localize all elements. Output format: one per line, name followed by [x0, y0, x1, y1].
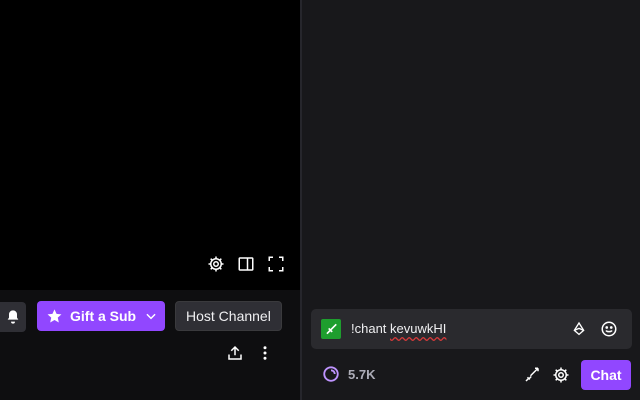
bits-button[interactable]	[569, 319, 589, 339]
fullscreen-icon	[268, 256, 284, 272]
theatre-mode-icon	[238, 257, 254, 271]
emote-picker-button[interactable]	[599, 319, 619, 339]
chat-input[interactable]: !chant kevuwkHI	[311, 309, 632, 349]
bell-icon	[7, 310, 19, 324]
sword-badge-icon	[326, 323, 337, 335]
host-channel-tooltip: Host Channel	[175, 301, 282, 331]
chat-settings-button[interactable]	[550, 364, 572, 386]
gift-a-sub-label: Gift a Sub	[70, 308, 137, 324]
more-options-button[interactable]	[254, 342, 276, 364]
gift-a-sub-button[interactable]: Gift a Sub	[37, 301, 165, 331]
player-controls	[206, 254, 286, 274]
smiley-icon	[601, 321, 617, 337]
channel-points-button[interactable]: 5.7K	[322, 365, 375, 383]
theatre-mode-button[interactable]	[236, 254, 256, 274]
chat-send-button[interactable]: Chat	[581, 360, 631, 390]
chat-input-word-2: kevuwkHI	[390, 321, 447, 336]
channel-actions-bar: Gift a Sub Host Channel	[0, 290, 300, 400]
badge-button[interactable]	[321, 319, 341, 339]
star-icon	[46, 308, 63, 325]
chat-panel: !chant kevuwkHI 5.7K Chat	[302, 0, 640, 400]
channel-points-icon	[323, 366, 339, 382]
bits-icon	[573, 321, 585, 336]
prediction-button[interactable]	[521, 364, 543, 386]
gear-icon	[208, 256, 224, 272]
notifications-button[interactable]	[0, 302, 26, 332]
fullscreen-button[interactable]	[266, 254, 286, 274]
gear-icon	[553, 367, 569, 383]
more-vertical-icon	[263, 346, 267, 360]
chat-input-text: !chant kevuwkHI	[351, 321, 446, 336]
video-player[interactable]	[0, 0, 300, 290]
chat-input-word-1: !chant	[351, 321, 391, 336]
player-settings-button[interactable]	[206, 254, 226, 274]
chevron-down-icon	[144, 309, 158, 323]
channel-points-value: 5.7K	[348, 366, 376, 382]
sword-icon	[525, 367, 539, 382]
share-button[interactable]	[224, 342, 246, 364]
share-icon	[228, 345, 242, 360]
